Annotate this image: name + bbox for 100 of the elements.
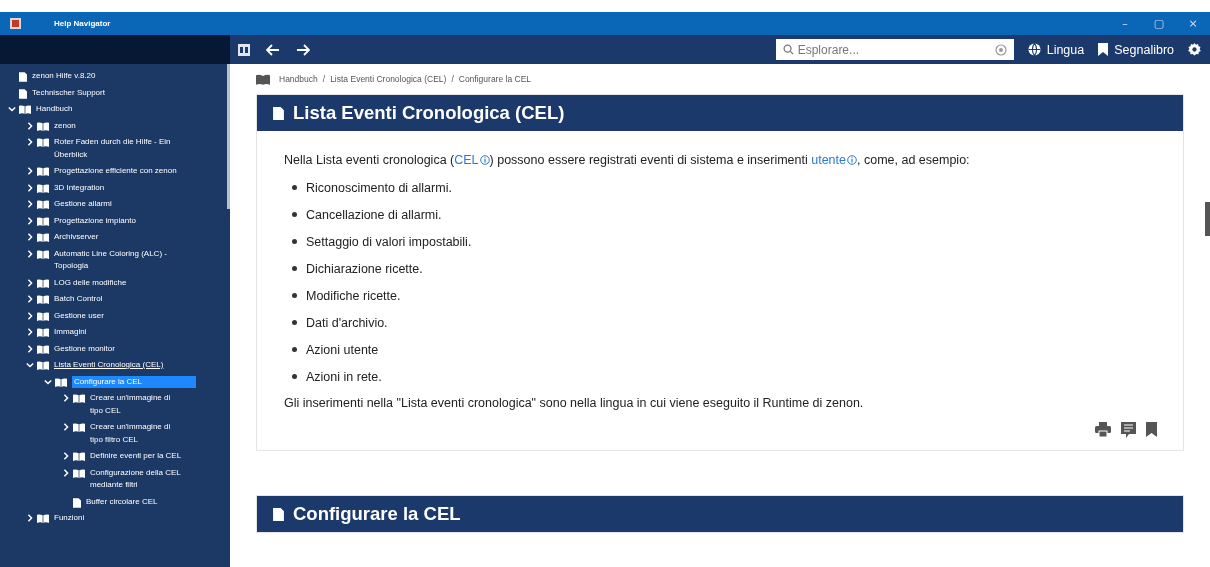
document-icon: [273, 507, 284, 521]
chevron-icon[interactable]: [26, 249, 34, 258]
tree-item[interactable]: 3D Integration: [54, 181, 105, 194]
tree-item[interactable]: Progettazione efficiente con zenon: [54, 165, 177, 178]
bookmark-icon[interactable]: [1146, 422, 1157, 437]
book-icon: [37, 361, 49, 370]
chevron-icon[interactable]: [26, 138, 34, 146]
back-arrow-icon[interactable]: [266, 43, 280, 56]
document-icon: [273, 106, 284, 120]
tree-item[interactable]: Handbuch: [36, 103, 73, 116]
book-icon: [73, 423, 85, 432]
chevron-icon[interactable]: [62, 452, 70, 460]
book-icon: [37, 295, 49, 304]
article-title: Configurare la CEL: [293, 503, 461, 525]
chevron-icon[interactable]: [62, 423, 70, 431]
chevron-icon[interactable]: [26, 514, 34, 522]
tree-item[interactable]: Progettazione impianto: [54, 214, 136, 227]
list-item: Azioni in rete.: [306, 369, 382, 384]
sidebar-toggle-icon[interactable]: [238, 43, 250, 56]
book-icon: [55, 377, 67, 387]
tree-item[interactable]: Buffer circolare CEL: [86, 495, 158, 508]
chevron-icon[interactable]: [26, 361, 34, 369]
book-icon: [73, 394, 85, 403]
tree-item[interactable]: Gestione user: [54, 309, 104, 322]
book-icon: [37, 328, 49, 337]
chevron-icon[interactable]: [26, 233, 34, 241]
tree-item[interactable]: Technischer Support: [32, 86, 105, 99]
paragraph: Gli inserimenti nella "Lista eventi cronologica" sono nella lingua in cui viene eseguito il Runtime di zenon.: [284, 396, 865, 410]
book-icon: [37, 138, 49, 147]
tree-item[interactable]: zenon Hilfe v.8.20: [32, 70, 96, 83]
breadcrumb-separator: /: [451, 74, 454, 84]
chevron-icon[interactable]: [26, 183, 34, 192]
search-icon: [782, 44, 794, 55]
book-icon: [37, 183, 49, 193]
globe-icon: [1027, 43, 1041, 56]
forward-arrow-icon[interactable]: [296, 43, 310, 56]
chevron-icon[interactable]: [26, 328, 34, 336]
tree-item[interactable]: Creare un'immagine di tipo CEL: [90, 392, 182, 417]
tree-item[interactable]: Batch Control: [54, 293, 103, 306]
chevron-icon[interactable]: [62, 468, 70, 477]
chevron-icon[interactable]: [62, 394, 70, 402]
chevron-icon[interactable]: [26, 200, 34, 208]
bookmark-icon: [1098, 43, 1109, 56]
tree-item[interactable]: Gestione allarmi: [54, 198, 112, 211]
glossary-link[interactable]: utente: [811, 153, 857, 167]
tree-item[interactable]: Roter Faden durch die Hilfe - Ein Überblick: [54, 136, 194, 161]
window-control-button[interactable]: ▢: [1142, 17, 1176, 30]
tree-item[interactable]: Configurazione della CEL mediante filtri: [90, 466, 182, 492]
chevron-icon[interactable]: [26, 167, 34, 175]
tree-item[interactable]: Archivserver: [54, 231, 99, 244]
book-icon: [73, 452, 85, 461]
chevron-icon[interactable]: [26, 344, 34, 353]
breadcrumb-link[interactable]: Configurare la CEL: [458, 74, 532, 84]
book-icon: [37, 167, 49, 176]
settings-icon[interactable]: [1188, 43, 1201, 56]
tree-item[interactable]: Automatic Line Coloring (ALC) - Topologia: [54, 247, 194, 273]
printer-icon[interactable]: [1095, 422, 1111, 437]
info-icon: [847, 155, 857, 165]
clear-icon[interactable]: [994, 43, 1007, 56]
glossary-link[interactable]: CEL: [454, 153, 490, 167]
book-icon: [19, 105, 31, 114]
book-icon: [73, 468, 85, 478]
book-icon: [37, 233, 49, 242]
chevron-icon[interactable]: [26, 216, 34, 225]
chevron-icon[interactable]: [26, 311, 34, 320]
tree-item[interactable]: Immagini: [54, 326, 87, 339]
scrollbar[interactable]: [1205, 202, 1210, 236]
book-icon: [37, 514, 49, 523]
breadcrumb-separator: /: [322, 74, 326, 84]
scrollbar[interactable]: [227, 64, 230, 209]
list-item: Dati d'archivio.: [306, 315, 388, 330]
chevron-icon[interactable]: [8, 105, 16, 113]
book-icon: [37, 344, 49, 354]
paragraph: Nella Lista eventi cronologica (CEL ) possono essere registrati eventi di sistema e inserimenti utente , come, ad esempio:: [284, 153, 971, 167]
breadcrumb-link[interactable]: Handbuch: [279, 74, 318, 84]
tree-item[interactable]: Creare un'immagine di tipo filtro CEL: [90, 421, 182, 446]
comment-icon[interactable]: [1121, 422, 1136, 438]
search-field[interactable]: Esplorare...: [775, 39, 1014, 60]
chevron-icon[interactable]: [26, 121, 34, 130]
language-button[interactable]: Lingua: [1027, 42, 1085, 57]
chevron-icon[interactable]: [26, 278, 34, 287]
window-control-button[interactable]: –: [1108, 17, 1142, 30]
tree-item[interactable]: zenon: [54, 119, 76, 132]
article-title: Lista Eventi Cronologica (CEL): [293, 102, 565, 124]
tree-item[interactable]: LOG delle modifiche: [54, 276, 127, 289]
app-icon: [10, 18, 21, 29]
chevron-icon[interactable]: [44, 377, 52, 386]
tree-item[interactable]: Funzioni: [54, 512, 85, 525]
list-item: Modifiche ricette.: [306, 288, 401, 303]
breadcrumb-link[interactable]: Lista Eventi Cronologica (CEL): [330, 74, 447, 84]
window-control-button[interactable]: ×: [1176, 17, 1210, 30]
tree-item[interactable]: Gestione monitor: [54, 342, 115, 355]
tree-item[interactable]: Definire eventi per la CEL: [90, 450, 182, 463]
list-item: Dichiarazione ricette.: [306, 261, 423, 276]
list-item: Settaggio di valori impostabili.: [306, 234, 472, 249]
bookmark-button[interactable]: Segnalibro: [1098, 42, 1174, 57]
chevron-icon[interactable]: [26, 295, 34, 303]
book-icon: [37, 216, 49, 226]
tree-item[interactable]: Lista Eventi Cronologica (CEL): [54, 359, 164, 372]
window-title: Help Navigator: [54, 19, 111, 28]
